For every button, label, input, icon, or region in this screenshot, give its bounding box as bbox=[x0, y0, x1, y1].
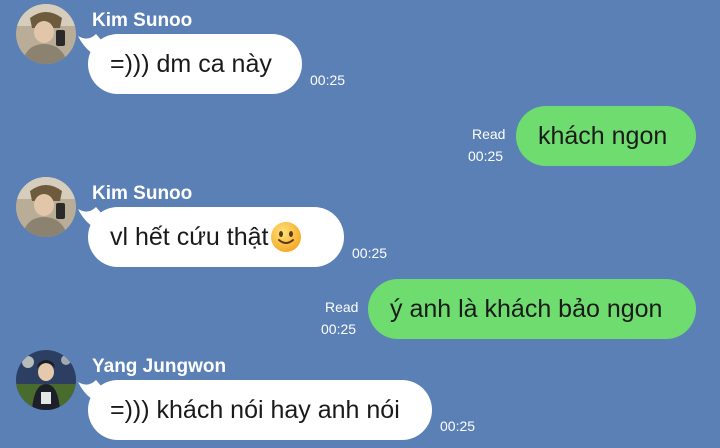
message-bubble[interactable]: khách ngon bbox=[516, 106, 696, 166]
message-bubble[interactable]: ý anh là khách bảo ngon bbox=[368, 279, 696, 339]
message-time: 00:25 bbox=[352, 245, 388, 261]
read-receipt: Read bbox=[325, 299, 359, 315]
avatar-photo-icon bbox=[16, 177, 76, 237]
avatar-photo-icon bbox=[16, 4, 76, 64]
sender-name: Kim Sunoo bbox=[92, 10, 193, 31]
sender-name: Kim Sunoo bbox=[92, 183, 193, 204]
message-text: =))) khách nói hay anh nói bbox=[110, 395, 400, 424]
message-bubble[interactable]: =))) dm ca này bbox=[88, 34, 302, 94]
message-time: 00:25 bbox=[321, 321, 357, 337]
message-text: khách ngon bbox=[538, 121, 668, 150]
sender-avatar[interactable] bbox=[16, 4, 76, 64]
message-bubble[interactable]: vl hết cứu thật bbox=[88, 207, 344, 267]
read-receipt: Read bbox=[472, 126, 506, 142]
message-time: 00:25 bbox=[310, 72, 346, 88]
sender-name: Yang Jungwon bbox=[92, 356, 227, 377]
sender-avatar[interactable] bbox=[16, 350, 76, 410]
avatar-photo-icon bbox=[16, 350, 76, 410]
message-bubble[interactable]: =))) khách nói hay anh nói bbox=[88, 380, 432, 440]
message-time: 00:25 bbox=[440, 418, 476, 434]
smiling-face-icon bbox=[271, 222, 302, 252]
message-time: 00:25 bbox=[468, 148, 504, 164]
sender-avatar[interactable] bbox=[16, 177, 76, 237]
message-text: =))) dm ca này bbox=[110, 49, 272, 78]
message-text: vl hết cứu thật bbox=[110, 222, 269, 251]
message-text: ý anh là khách bảo ngon bbox=[390, 294, 663, 323]
